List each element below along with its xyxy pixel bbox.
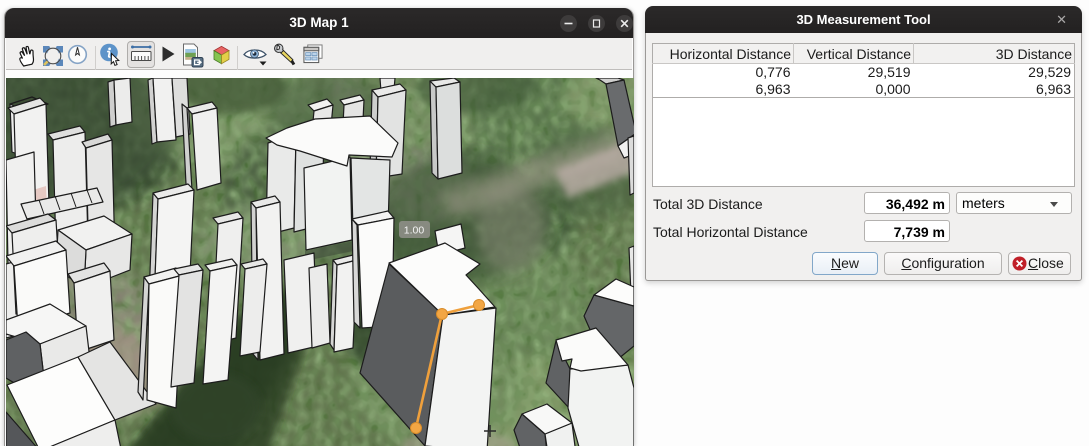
svg-text:1.00: 1.00 <box>404 225 425 237</box>
